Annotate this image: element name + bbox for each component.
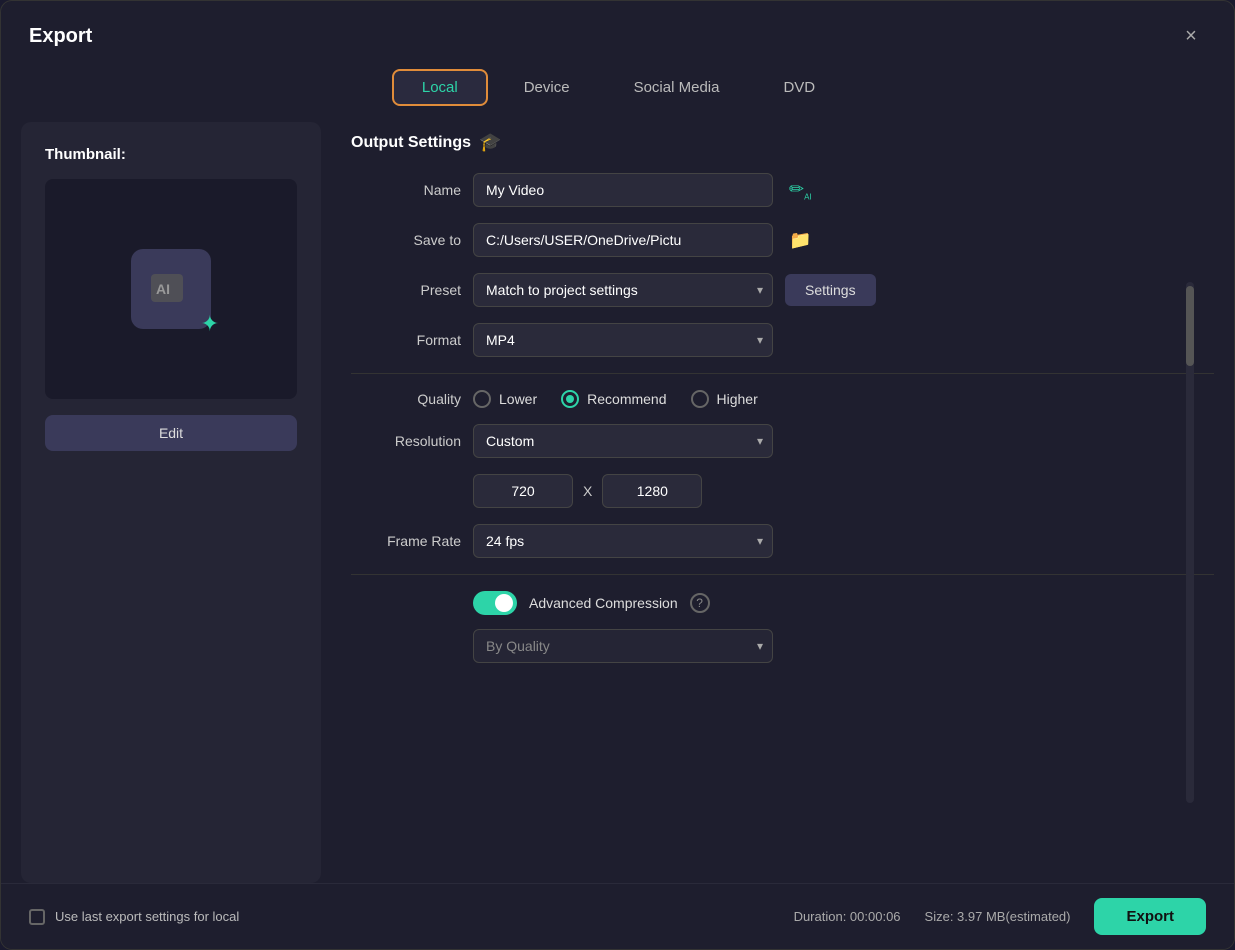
close-button[interactable]: × [1176,21,1206,51]
resolution-width-input[interactable] [473,474,573,508]
section-title: Output Settings 🎓 [351,132,1214,153]
divider-2 [351,574,1214,575]
quality-label: Quality [351,391,461,407]
thumbnail-label: Thumbnail: [45,146,126,163]
by-quality-row: By Quality By Bitrate ▾ [473,629,1214,663]
format-select[interactable]: MP4 MOV AVI MKV [473,323,773,357]
format-label: Format [351,332,461,348]
left-panel: Thumbnail: AI ✦ Edit [21,122,321,883]
advanced-compression-toggle[interactable] [473,591,517,615]
quality-lower-radio[interactable] [473,390,491,408]
dialog-title: Export [29,25,92,48]
format-select-wrapper: MP4 MOV AVI MKV ▾ [473,323,773,357]
tab-device[interactable]: Device [496,69,598,106]
thumbnail-preview: AI ✦ [131,249,211,329]
settings-button[interactable]: Settings [785,274,876,306]
resolution-label: Resolution [351,433,461,449]
use-last-checkbox[interactable] [29,909,45,925]
name-label: Name [351,182,461,198]
quality-lower-label: Lower [499,391,537,407]
frame-rate-select-wrapper: 24 fps 30 fps 60 fps ▾ [473,524,773,558]
resolution-dimensions-row: X [473,474,1214,508]
resolution-x-separator: X [583,483,592,499]
quality-recommend-radio[interactable] [561,390,579,408]
resolution-row: Resolution Custom 1920x1080 1280x720 ▾ [351,424,1214,458]
svg-text:AI: AI [156,281,170,297]
resolution-height-input[interactable] [602,474,702,508]
radio-dot [566,395,574,403]
quality-higher[interactable]: Higher [691,390,758,408]
help-icon[interactable]: ? [690,593,710,613]
quality-higher-label: Higher [717,391,758,407]
by-quality-select-wrapper: By Quality By Bitrate ▾ [473,629,773,663]
size-info: Size: 3.97 MB(estimated) [925,909,1071,924]
by-quality-select[interactable]: By Quality By Bitrate [473,629,773,663]
advanced-compression-label: Advanced Compression [529,595,678,611]
ai-edit-icon[interactable]: ✏AI [789,179,812,202]
save-to-label: Save to [351,232,461,248]
scrollable-area[interactable]: Output Settings 🎓 Name ✏AI Save to 📁 [341,122,1214,883]
footer: Use last export settings for local Durat… [1,883,1234,949]
save-to-input[interactable] [473,223,773,257]
export-dialog: Export × Local Device Social Media DVD T… [0,0,1235,950]
resolution-select-wrapper: Custom 1920x1080 1280x720 ▾ [473,424,773,458]
quality-recommend-label: Recommend [587,391,666,407]
duration-info: Duration: 00:00:06 [794,909,901,924]
frame-rate-row: Frame Rate 24 fps 30 fps 60 fps ▾ [351,524,1214,558]
quality-higher-radio[interactable] [691,390,709,408]
dialog-header: Export × [1,1,1234,61]
frame-rate-label: Frame Rate [351,533,461,549]
footer-left: Use last export settings for local [29,909,239,925]
ai-graphic: AI [146,264,196,314]
tab-local[interactable]: Local [392,69,488,106]
preset-label: Preset [351,282,461,298]
use-last-label: Use last export settings for local [55,909,239,924]
divider-1 [351,373,1214,374]
folder-icon[interactable]: 📁 [789,230,811,251]
ai-badge: AI [131,249,211,329]
frame-rate-select[interactable]: 24 fps 30 fps 60 fps [473,524,773,558]
tabs-row: Local Device Social Media DVD [1,61,1234,122]
edit-button[interactable]: Edit [45,415,297,451]
scrollbar-track[interactable] [1186,282,1194,803]
quality-lower[interactable]: Lower [473,390,537,408]
toggle-knob [495,594,513,612]
resolution-select[interactable]: Custom 1920x1080 1280x720 [473,424,773,458]
tab-social-media[interactable]: Social Media [606,69,748,106]
scrollbar-thumb[interactable] [1186,286,1194,366]
name-row: Name ✏AI [351,173,1214,207]
quality-recommend[interactable]: Recommend [561,390,666,408]
quality-row: Quality Lower Recommend [351,390,1214,408]
main-content: Thumbnail: AI ✦ Edit [1,122,1234,883]
hat-icon: 🎓 [479,132,501,153]
thumbnail-box: AI ✦ [45,179,297,399]
quality-options: Lower Recommend Higher [473,390,758,408]
save-to-row: Save to 📁 [351,223,1214,257]
footer-right: Duration: 00:00:06 Size: 3.97 MB(estimat… [794,898,1206,935]
name-input[interactable] [473,173,773,207]
export-button[interactable]: Export [1094,898,1206,935]
output-settings-title: Output Settings [351,134,471,152]
sparkle-icon: ✦ [201,311,219,337]
preset-select[interactable]: Match to project settings [473,273,773,307]
format-row: Format MP4 MOV AVI MKV ▾ [351,323,1214,357]
right-wrapper: Output Settings 🎓 Name ✏AI Save to 📁 [341,122,1214,883]
preset-select-wrapper: Match to project settings ▾ [473,273,773,307]
right-panel: Output Settings 🎓 Name ✏AI Save to 📁 [341,122,1214,883]
preset-row: Preset Match to project settings ▾ Setti… [351,273,1214,307]
advanced-compression-row: Advanced Compression ? [351,591,1214,615]
tab-dvd[interactable]: DVD [755,69,843,106]
